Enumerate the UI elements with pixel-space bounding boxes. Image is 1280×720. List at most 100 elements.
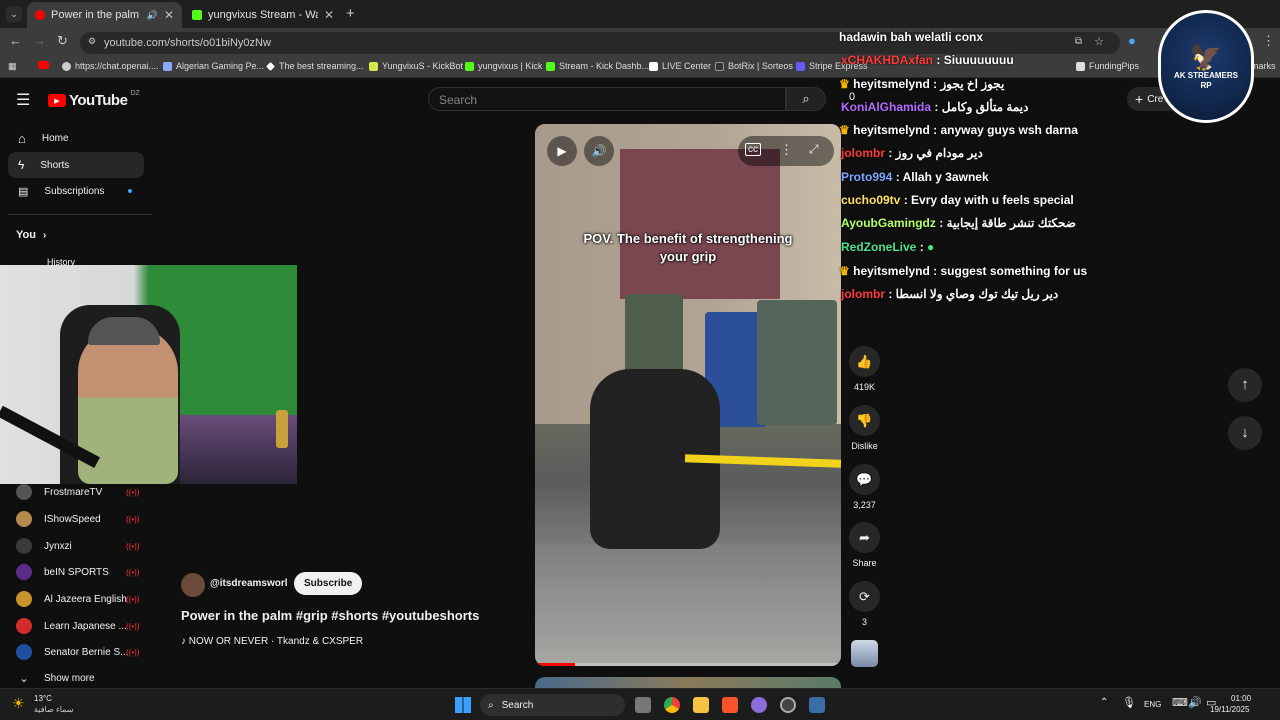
close-tab-icon[interactable]: ✕ bbox=[164, 8, 174, 22]
reload-icon[interactable]: ↻ bbox=[57, 33, 68, 49]
bookmark-fundingpips[interactable]: FundingPips bbox=[1076, 61, 1139, 71]
youtube-logo[interactable]: ▶ YouTube DZ bbox=[48, 90, 140, 109]
apps-icon[interactable]: ▦ bbox=[8, 61, 17, 72]
chrome-icon[interactable] bbox=[664, 697, 680, 713]
extension-icon[interactable]: ● bbox=[1128, 33, 1136, 48]
previous-short-button[interactable]: ↑ bbox=[1228, 368, 1262, 402]
network-icon[interactable]: ⌨ bbox=[1172, 696, 1188, 709]
bookmark-chatgpt[interactable]: https://chat.openai.... bbox=[62, 61, 159, 71]
subscribe-button[interactable]: Subscribe bbox=[294, 572, 363, 595]
channel-senator-bernie[interactable]: Senator Bernie S... ((•)) bbox=[16, 644, 139, 660]
bookmark-kick[interactable]: yungvixus | Kick bbox=[465, 61, 542, 71]
volume-button[interactable]: 🔊 bbox=[584, 136, 614, 166]
next-short-button[interactable]: ↓ bbox=[1228, 416, 1262, 450]
bookmark-streaming[interactable]: The best streaming... bbox=[266, 61, 364, 71]
search-input[interactable]: Search bbox=[428, 87, 786, 111]
file-explorer-icon[interactable] bbox=[693, 697, 709, 713]
remix-icon: ⟳ bbox=[849, 581, 880, 612]
chat-message: AyoubGamingdz : ضحكتك تنشر طاقة إيجابية bbox=[841, 216, 1076, 230]
next-video-preview[interactable] bbox=[535, 677, 841, 688]
chevron-up-icon[interactable]: ⌃ bbox=[1100, 697, 1108, 708]
calculator-icon[interactable] bbox=[809, 697, 825, 713]
sidebar-item-shorts[interactable]: ϟ Shorts bbox=[8, 152, 144, 178]
channel-avatar bbox=[16, 591, 32, 607]
show-more-button[interactable]: ⌄ Show more bbox=[16, 672, 136, 685]
channel-bein-sports[interactable]: beIN SPORTS ((•)) bbox=[16, 564, 139, 580]
tab-list-button[interactable]: ⌄ bbox=[6, 6, 22, 22]
volume-icon[interactable]: 🔊 bbox=[1188, 696, 1202, 709]
crown-badge-icon: ♛ bbox=[839, 123, 850, 137]
brave-icon[interactable] bbox=[722, 697, 738, 713]
channel-frostmaretv[interactable]: FrostmareTV ((•)) bbox=[16, 484, 139, 500]
webcam-trophy bbox=[276, 410, 288, 448]
bookmark-kickbot[interactable]: YungvixuS - KickBot bbox=[369, 61, 463, 71]
shorts-video-player[interactable]: ▶ 🔊 cc ⋮ ⤢ POV. The benefit of strengthe… bbox=[535, 124, 841, 666]
chat-message: jolombr : دير مودام في روز bbox=[841, 146, 983, 160]
browser-tab-bar: ⌄ Power in the palm #grip #s 🔊 ✕ yungvix… bbox=[0, 0, 1280, 28]
discord-icon[interactable] bbox=[751, 697, 767, 713]
remix-button[interactable]: ⟳ 3 bbox=[849, 581, 880, 627]
live-icon: ((•)) bbox=[126, 621, 140, 631]
chevron-right-icon: › bbox=[43, 230, 47, 241]
channel-ishowspeed[interactable]: IShowSpeed ((•)) bbox=[16, 511, 139, 527]
eagle-icon: 🦅 bbox=[1189, 41, 1223, 72]
sidebar-item-subscriptions[interactable]: ▤ Subscriptions bbox=[8, 178, 144, 204]
video-progress-fill bbox=[535, 663, 575, 666]
more-options-icon[interactable]: ⋮ bbox=[780, 142, 793, 158]
bookmark-botrix[interactable]: BotRix | Sorteos bbox=[715, 61, 793, 71]
bookmark-other[interactable]: marks bbox=[1251, 61, 1276, 71]
chat-message: ♛ heyitsmelynd : يجوز اخ يجوز bbox=[839, 77, 1005, 91]
back-icon[interactable]: ← bbox=[9, 33, 22, 48]
sidebar-item-you[interactable]: You › bbox=[16, 229, 46, 241]
fullscreen-icon[interactable]: ⤢ bbox=[809, 142, 819, 157]
play-button[interactable]: ▶ bbox=[547, 136, 577, 166]
chat-message: Proto994 : Allah y 3awnek bbox=[841, 170, 989, 184]
install-app-icon[interactable]: ⧉ bbox=[1075, 36, 1082, 47]
comments-button[interactable]: 💬 3,237 bbox=[849, 464, 880, 510]
hamburger-menu-icon[interactable]: ☰ bbox=[16, 90, 30, 110]
channel-avatar bbox=[16, 484, 32, 500]
forward-icon[interactable]: → bbox=[33, 33, 46, 48]
bookmark-kick-dashboard[interactable]: Stream - Kick Dashb... bbox=[546, 61, 649, 71]
kick-icon bbox=[192, 10, 202, 20]
music-link[interactable]: ♪ NOW OR NEVER · Tkandz & CXSPER bbox=[181, 636, 363, 647]
youtube-bookmark-icon[interactable] bbox=[38, 61, 49, 69]
channel-al-jazeera[interactable]: Al Jazeera English ((•)) bbox=[16, 591, 139, 607]
new-tab-button[interactable]: + bbox=[346, 5, 355, 22]
obs-icon[interactable] bbox=[780, 697, 796, 713]
bookmark-star-icon[interactable]: ☆ bbox=[1094, 35, 1104, 48]
tab-youtube[interactable]: Power in the palm #grip #s 🔊 ✕ bbox=[27, 2, 182, 28]
chat-message: xCHAKHDAxfan : Siuuuuuuuu bbox=[841, 53, 1014, 67]
task-view-icon[interactable] bbox=[635, 697, 651, 713]
close-tab-icon[interactable]: ✕ bbox=[324, 8, 334, 22]
search-icon: ⌕ bbox=[488, 699, 494, 711]
channel-avatar[interactable] bbox=[181, 573, 205, 597]
channel-handle[interactable]: @itsdreamsworl bbox=[210, 578, 288, 589]
weather-icon[interactable]: ☀ bbox=[12, 695, 25, 712]
chat-message: RedZoneLive : ● bbox=[841, 240, 935, 254]
bookmark-live-center[interactable]: LIVE Center bbox=[649, 61, 711, 71]
taskbar-search[interactable]: ⌕ Search bbox=[480, 694, 625, 716]
channel-jynxzi[interactable]: Jynxzi ((•)) bbox=[16, 538, 139, 554]
video-caption: POV. The benefit of strengthening your g… bbox=[583, 231, 793, 264]
sound-thumbnail[interactable] bbox=[851, 640, 878, 667]
search-button[interactable]: ⌕ bbox=[786, 87, 826, 111]
video-title[interactable]: Power in the palm #grip #shorts #youtube… bbox=[181, 608, 479, 623]
site-info-icon[interactable]: ⚙ bbox=[88, 36, 96, 47]
clock-time[interactable]: 01:00 bbox=[1231, 694, 1251, 703]
shorts-icon: ϟ bbox=[18, 158, 25, 172]
bookmark-algerian-gaming[interactable]: Algerian Gaming Pe... bbox=[163, 61, 264, 71]
windows-start-icon[interactable] bbox=[455, 697, 471, 713]
microphone-icon[interactable]: 🎙 bbox=[1122, 696, 1136, 709]
share-button[interactable]: ➦ Share bbox=[849, 522, 880, 568]
clock-date[interactable]: 19/11/2025 bbox=[1210, 705, 1249, 714]
language-indicator[interactable]: ENG bbox=[1144, 700, 1161, 709]
like-button[interactable]: 👍 419K bbox=[849, 346, 880, 392]
video-progress-bar[interactable] bbox=[535, 663, 841, 666]
menu-icon[interactable]: ⋮ bbox=[1262, 33, 1275, 49]
sidebar-item-home[interactable]: ⌂ Home bbox=[8, 125, 144, 151]
channel-learn-japanese[interactable]: Learn Japanese ... ((•)) bbox=[16, 618, 140, 634]
captions-icon[interactable]: cc bbox=[745, 143, 761, 156]
tab-kick[interactable]: yungvixus Stream - Watch Live ✕ bbox=[184, 2, 342, 28]
dislike-button[interactable]: 👎 Dislike bbox=[849, 405, 880, 451]
